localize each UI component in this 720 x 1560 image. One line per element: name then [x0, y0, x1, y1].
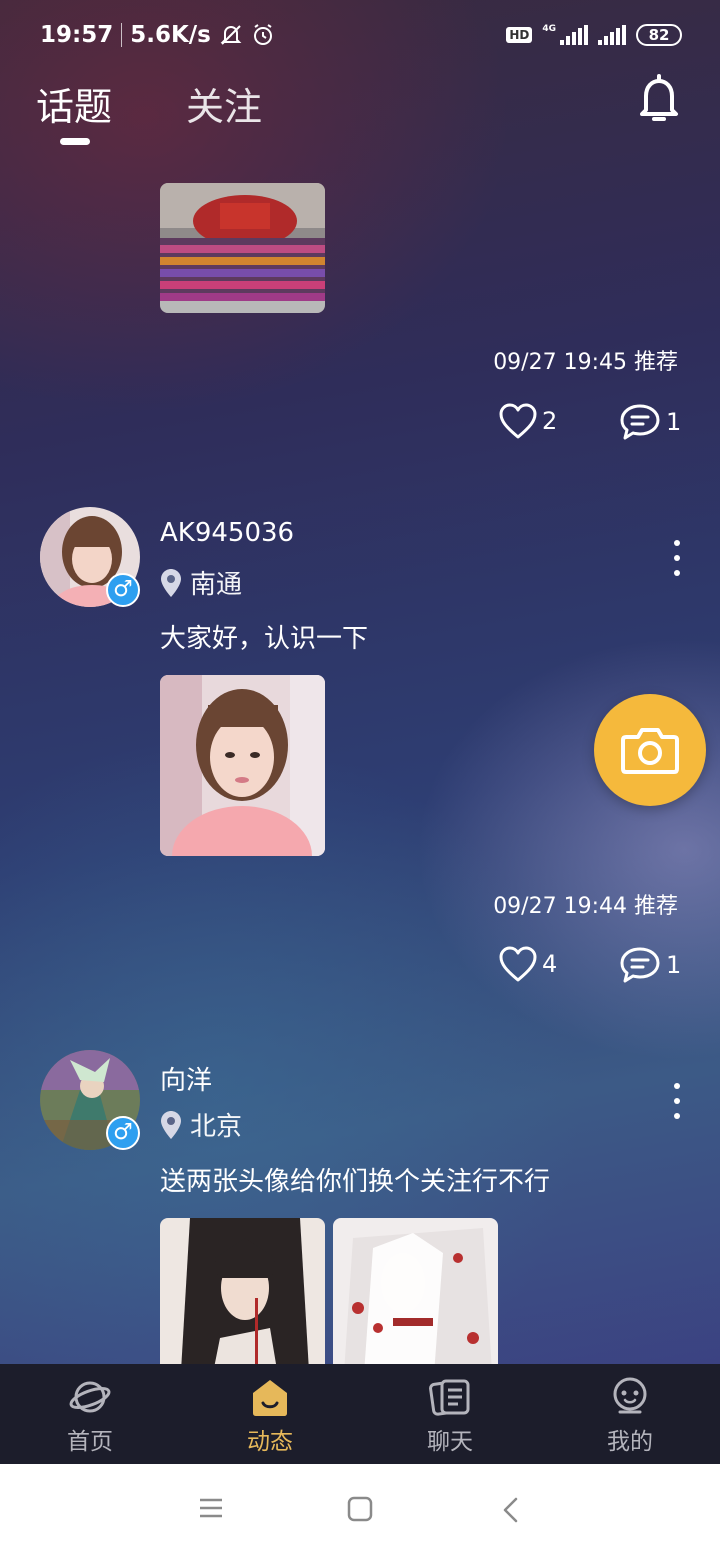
system-navigation-bar — [0, 1464, 720, 1560]
comment-button[interactable]: 1 — [618, 945, 681, 985]
nav-moments[interactable]: 动态 — [180, 1364, 360, 1464]
chat-cards-icon — [428, 1376, 472, 1418]
more-options-icon[interactable] — [672, 540, 682, 576]
camera-post-button[interactable] — [594, 694, 706, 806]
home-icon[interactable] — [347, 1496, 373, 1526]
nav-profile[interactable]: 我的 — [540, 1364, 720, 1464]
post-location: 南通 — [160, 564, 242, 601]
signal-strength-icon — [560, 25, 588, 45]
post-image[interactable] — [160, 183, 325, 313]
post-text: 送两张头像给你们换个关注行不行 — [160, 1167, 551, 1197]
post-username[interactable]: AK945036 — [160, 518, 294, 548]
comment-count: 1 — [666, 951, 682, 979]
tab-topics[interactable]: 话题 — [36, 76, 112, 156]
tab-follow[interactable]: 关注 — [186, 76, 262, 156]
location-pin-icon — [161, 568, 181, 597]
heart-icon — [499, 946, 537, 982]
location-pin-icon — [161, 1110, 181, 1139]
more-options-icon[interactable] — [672, 1083, 682, 1119]
battery-icon: 82 — [636, 24, 682, 46]
back-icon[interactable] — [500, 1496, 520, 1528]
bottom-navigation: 首页 动态 聊天 我的 — [0, 1364, 720, 1464]
profile-face-icon — [608, 1376, 652, 1418]
post-actions: 2 1 — [0, 402, 720, 450]
network-type: 4G — [542, 24, 556, 34]
location-name: 北京 — [190, 1112, 243, 1142]
status-time: 19:57 — [40, 22, 114, 48]
nav-label: 动态 — [247, 1429, 293, 1455]
app-screen: 09/27 19:45 推荐 2 1 ♂ AK945036 南通 大家好，认识一… — [0, 0, 720, 1464]
moments-icon — [249, 1376, 291, 1418]
comment-count: 1 — [666, 408, 682, 436]
comment-icon — [620, 947, 660, 983]
mute-bell-icon — [219, 23, 243, 47]
post-text: 大家好，认识一下 — [160, 624, 369, 654]
like-count: 4 — [542, 950, 558, 978]
nav-home[interactable]: 首页 — [0, 1364, 180, 1464]
alarm-icon — [251, 23, 275, 47]
post-image[interactable] — [160, 1218, 325, 1364]
like-button[interactable]: 2 — [498, 402, 557, 440]
post-tag[interactable]: 推荐 — [634, 894, 678, 919]
notification-bell-icon[interactable] — [638, 74, 680, 124]
comment-icon — [620, 404, 660, 440]
post-meta: 09/27 19:44 推荐 — [493, 888, 678, 920]
nav-label: 首页 — [67, 1429, 113, 1455]
nav-label: 聊天 — [427, 1429, 473, 1455]
status-bar: 19:57 5.6K/s HD 4G 82 — [0, 0, 720, 72]
top-tabs: 话题 关注 — [36, 72, 336, 152]
post-meta: 09/27 19:45 推荐 — [493, 344, 678, 376]
comment-button[interactable]: 1 — [618, 402, 681, 442]
post-timestamp: 09/27 19:44 — [493, 894, 627, 919]
hd-badge: HD — [506, 27, 533, 43]
like-count: 2 — [542, 407, 558, 435]
post-location: 北京 — [160, 1106, 242, 1143]
location-name: 南通 — [190, 570, 243, 600]
network-speed: 5.6K/s — [130, 22, 211, 48]
nav-chat[interactable]: 聊天 — [360, 1364, 540, 1464]
feed-list[interactable]: 09/27 19:45 推荐 2 1 ♂ AK945036 南通 大家好，认识一… — [0, 0, 720, 1364]
male-gender-badge: ♂ — [106, 573, 140, 607]
camera-icon — [621, 728, 679, 774]
nav-label: 我的 — [607, 1429, 653, 1455]
post-actions: 4 1 — [0, 945, 720, 993]
post-image[interactable] — [160, 675, 325, 856]
heart-icon — [499, 403, 537, 439]
planet-icon — [68, 1376, 112, 1418]
recent-apps-icon[interactable] — [198, 1496, 224, 1524]
post-image[interactable] — [333, 1218, 498, 1364]
like-button[interactable]: 4 — [498, 945, 557, 983]
male-gender-badge: ♂ — [106, 1116, 140, 1150]
post-username[interactable]: 向洋 — [160, 1060, 212, 1097]
post-tag[interactable]: 推荐 — [634, 350, 678, 375]
post-timestamp: 09/27 19:45 — [493, 350, 627, 375]
signal-strength-icon — [598, 25, 626, 45]
battery-level: 82 — [648, 26, 670, 44]
